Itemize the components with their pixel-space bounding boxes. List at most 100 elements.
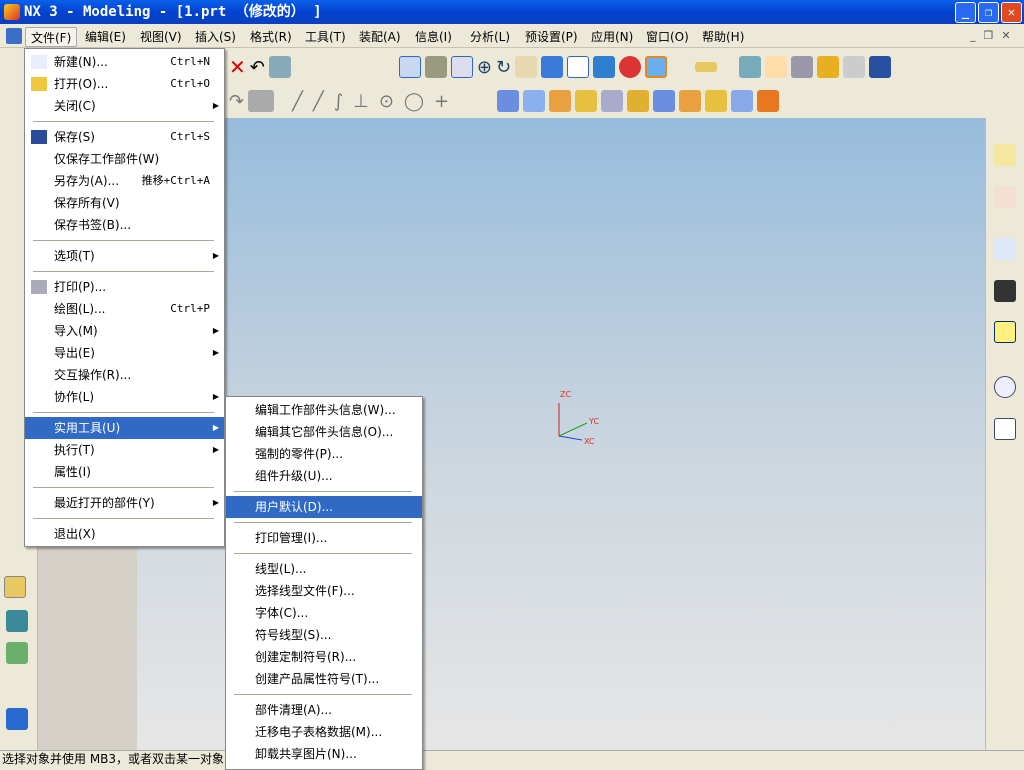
menu-item[interactable]: 组件升级(U)... bbox=[226, 465, 422, 487]
menu-item[interactable]: 打印管理(I)... bbox=[226, 527, 422, 549]
menu-item[interactable]: 执行(T) ▶ bbox=[25, 439, 224, 461]
menu-assembly[interactable]: 装配(A) bbox=[354, 27, 406, 47]
app-menu-icon[interactable] bbox=[6, 28, 22, 44]
menu-insert[interactable]: 插入(S) bbox=[190, 27, 241, 47]
bounded-plane-icon[interactable] bbox=[575, 90, 598, 112]
history-icon[interactable] bbox=[994, 376, 1016, 398]
object-icon[interactable] bbox=[817, 56, 840, 78]
menu-item[interactable]: 打开(O)... Ctrl+O bbox=[25, 73, 224, 95]
assembly-icon[interactable] bbox=[6, 642, 28, 664]
maximize-button[interactable]: ❐ bbox=[978, 2, 999, 23]
menu-item[interactable]: 关闭(C) ▶ bbox=[25, 95, 224, 117]
gateway-icon[interactable] bbox=[6, 708, 28, 730]
menu-edit[interactable]: 编辑(E) bbox=[80, 27, 131, 47]
pan-icon[interactable] bbox=[515, 56, 538, 78]
extend-icon[interactable] bbox=[679, 90, 702, 112]
attribute-icon[interactable] bbox=[765, 56, 788, 78]
fit-icon[interactable] bbox=[398, 56, 421, 78]
menu-view[interactable]: 视图(V) bbox=[135, 27, 187, 47]
swept-icon[interactable] bbox=[549, 90, 572, 112]
menu-item[interactable]: 协作(L) ▶ bbox=[25, 386, 224, 408]
menu-item[interactable]: 绘图(L)... Ctrl+P bbox=[25, 298, 224, 320]
palette-icon[interactable] bbox=[994, 418, 1016, 440]
undo-icon[interactable]: ↶ bbox=[250, 57, 265, 78]
menu-item[interactable]: 导出(E) ▶ bbox=[25, 342, 224, 364]
assembly-navigator-icon[interactable] bbox=[994, 144, 1016, 166]
menu-item[interactable]: 保存所有(V) bbox=[25, 192, 224, 214]
menu-item[interactable]: 创建产品属性符号(T)... bbox=[226, 668, 422, 690]
menu-item[interactable]: 保存书签(B)... bbox=[25, 214, 224, 236]
view-icon[interactable] bbox=[541, 56, 564, 78]
menu-item[interactable]: 交互操作(R)... bbox=[25, 364, 224, 386]
menu-file[interactable]: 文件(F) bbox=[25, 27, 78, 47]
menu-item[interactable]: 编辑工作部件头信息(W)... bbox=[226, 399, 422, 421]
layer-icon[interactable] bbox=[791, 56, 814, 78]
redo-icon[interactable]: ↷ bbox=[229, 91, 244, 112]
menu-analysis[interactable]: 分析(L) bbox=[465, 27, 515, 47]
menu-item-label: 保存书签(B)... bbox=[54, 218, 132, 232]
measure-icon[interactable] bbox=[695, 62, 718, 72]
wireframe-icon[interactable] bbox=[567, 56, 590, 78]
menu-item[interactable]: 卸载共享图片(N)... bbox=[226, 743, 422, 765]
curve-tools-icons[interactable]: ╱╱∫⊥⊙◯+ bbox=[278, 91, 459, 112]
menu-item[interactable]: 仅保存工作部件(W) bbox=[25, 148, 224, 170]
menu-item[interactable]: 属性(I) bbox=[25, 461, 224, 483]
offset-surface-icon[interactable] bbox=[601, 90, 624, 112]
menu-item[interactable]: 打印(P)... bbox=[25, 276, 224, 298]
menu-window[interactable]: 窗口(O) bbox=[641, 27, 694, 47]
analysis-icon[interactable] bbox=[739, 56, 762, 78]
magnify-icon[interactable]: ⊕ bbox=[477, 57, 492, 78]
menu-tools[interactable]: 工具(T) bbox=[300, 27, 351, 47]
trim-icon[interactable] bbox=[627, 90, 650, 112]
menu-item[interactable]: 保存(S) Ctrl+S bbox=[25, 126, 224, 148]
snap-icon[interactable] bbox=[248, 90, 275, 112]
close-button[interactable]: ✕ bbox=[1001, 2, 1022, 23]
menu-item[interactable]: 退出(X) bbox=[25, 523, 224, 545]
menu-item[interactable]: 创建定制符号(R)... bbox=[226, 646, 422, 668]
training-icon[interactable] bbox=[994, 280, 1016, 302]
menu-application[interactable]: 应用(N) bbox=[586, 27, 638, 47]
menu-item[interactable]: 导入(M) ▶ bbox=[25, 320, 224, 342]
menu-format[interactable]: 格式(R) bbox=[245, 27, 297, 47]
menu-item[interactable]: 强制的零件(P)... bbox=[226, 443, 422, 465]
menu-item[interactable]: 用户默认(D)... bbox=[226, 496, 422, 518]
menu-item[interactable]: 字体(C)... bbox=[226, 602, 422, 624]
web-browser-icon[interactable] bbox=[994, 238, 1016, 260]
menu-item[interactable]: 部件清理(A)... bbox=[226, 699, 422, 721]
modeling-icon[interactable] bbox=[4, 576, 26, 598]
menu-item[interactable]: 编辑其它部件头信息(O)... bbox=[226, 421, 422, 443]
menu-item[interactable]: 迁移电子表格数据(M)... bbox=[226, 721, 422, 743]
hide-icon[interactable] bbox=[619, 56, 642, 78]
minimize-button[interactable]: _ bbox=[955, 2, 976, 23]
menu-help[interactable]: 帮助(H) bbox=[697, 27, 749, 47]
exit-door-icon[interactable] bbox=[869, 56, 892, 78]
zoom-icon[interactable] bbox=[450, 56, 473, 78]
thicken-icon[interactable] bbox=[705, 90, 728, 112]
menu-item[interactable]: 实用工具(U) ▶ bbox=[25, 417, 224, 439]
part-navigator-icon[interactable] bbox=[994, 186, 1016, 208]
rotate-icon[interactable]: ↻ bbox=[496, 57, 511, 78]
document-window-controls[interactable]: _❐✕ bbox=[970, 29, 1019, 42]
menu-item[interactable]: 选项(T) ▶ bbox=[25, 245, 224, 267]
menu-info[interactable]: 信息(I) bbox=[410, 27, 457, 47]
help-icon[interactable] bbox=[994, 321, 1016, 343]
info-icon[interactable] bbox=[843, 56, 866, 78]
transform-icon[interactable] bbox=[268, 56, 291, 78]
menu-item[interactable]: 选择线型文件(F)... bbox=[226, 580, 422, 602]
solid-icon[interactable] bbox=[6, 610, 28, 632]
sew-icon[interactable] bbox=[653, 90, 676, 112]
zoom-area-icon[interactable] bbox=[424, 56, 447, 78]
mesh-surface-icon[interactable] bbox=[523, 90, 546, 112]
menu-item[interactable]: 最近打开的部件(Y) ▶ bbox=[25, 492, 224, 514]
face-icon[interactable] bbox=[757, 90, 780, 112]
shaded-icon[interactable] bbox=[593, 56, 616, 78]
surface-icon[interactable] bbox=[497, 90, 520, 112]
menu-item[interactable]: 符号线型(S)... bbox=[226, 624, 422, 646]
blend-icon[interactable] bbox=[731, 90, 754, 112]
menu-preferences[interactable]: 预设置(P) bbox=[520, 27, 583, 47]
menu-item[interactable]: 新建(N)... Ctrl+N bbox=[25, 51, 224, 73]
delete-icon[interactable]: ✕ bbox=[229, 55, 246, 79]
orient-view-icon[interactable] bbox=[645, 56, 668, 78]
menu-item[interactable]: 线型(L)... bbox=[226, 558, 422, 580]
menu-item[interactable]: 另存为(A)... 推移+Ctrl+A bbox=[25, 170, 224, 192]
